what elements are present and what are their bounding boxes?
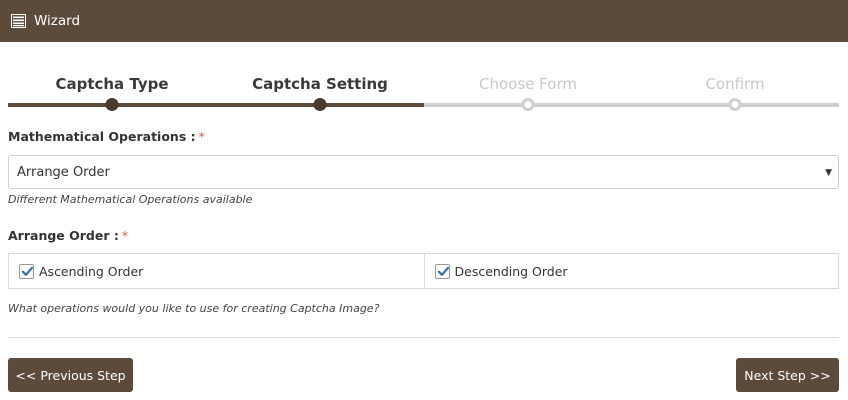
math-ops-help: Different Mathematical Operations availa… — [8, 193, 253, 206]
descending-order-option[interactable]: Descending Order — [423, 254, 839, 288]
descending-order-checkbox[interactable] — [434, 263, 450, 279]
step-marker-confirm — [728, 98, 742, 111]
arrange-order-label: Arrange Order : * — [8, 228, 128, 243]
arrange-order-options: Ascending Order Descending Order — [8, 253, 839, 289]
math-ops-label: Mathematical Operations : * — [8, 129, 205, 144]
divider — [8, 337, 839, 338]
header-title: Wizard — [34, 13, 81, 29]
step-marker-captcha-type — [105, 98, 119, 111]
step-marker-choose-form — [521, 98, 535, 111]
check-icon — [437, 266, 449, 276]
ascending-order-label[interactable]: Ascending Order — [39, 264, 143, 279]
check-icon — [21, 266, 34, 276]
ascending-order-option[interactable]: Ascending Order — [9, 254, 424, 288]
required-mark: * — [198, 129, 205, 144]
required-mark: * — [121, 228, 129, 243]
previous-step-button[interactable]: << Previous Step — [8, 358, 133, 392]
step-marker-captcha-setting — [313, 98, 327, 111]
descending-order-label[interactable]: Descending Order — [455, 264, 568, 279]
progress-track-complete — [8, 103, 424, 107]
wizard-header: Wizard — [0, 0, 848, 42]
step-captcha-type[interactable]: Captcha Type — [55, 75, 168, 93]
arrange-order-help: What operations would you like to use fo… — [8, 302, 380, 315]
math-ops-label-text: Mathematical Operations : — [8, 129, 196, 144]
step-confirm[interactable]: Confirm — [705, 75, 764, 93]
step-captcha-setting[interactable]: Captcha Setting — [252, 75, 388, 93]
math-ops-selected-value: Arrange Order — [17, 164, 110, 180]
next-step-button[interactable]: Next Step >> — [736, 358, 839, 392]
list-icon — [11, 14, 26, 28]
caret-down-icon: ▼ — [825, 168, 832, 178]
progress-track-pending — [424, 103, 839, 107]
arrange-order-label-text: Arrange Order : — [8, 228, 119, 243]
wizard-progress: Captcha Type Captcha Setting Choose Form… — [8, 70, 839, 114]
step-choose-form[interactable]: Choose Form — [479, 75, 577, 93]
ascending-order-checkbox[interactable] — [19, 263, 34, 279]
math-ops-select[interactable]: Arrange Order ▼ — [8, 155, 839, 189]
